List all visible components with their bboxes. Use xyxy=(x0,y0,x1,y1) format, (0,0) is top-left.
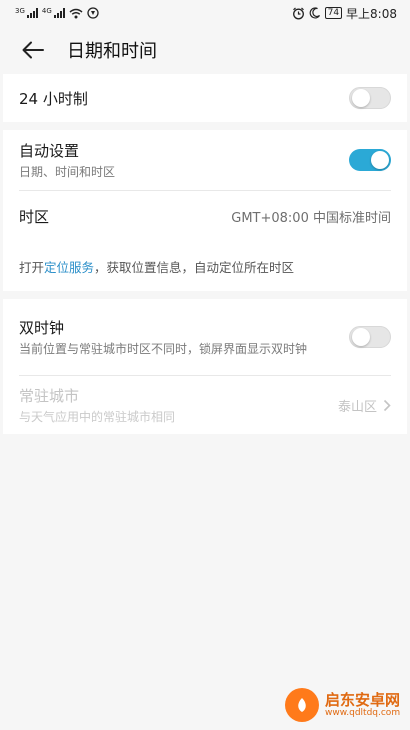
toggle-knob xyxy=(352,328,370,346)
dual-clock-label: 双时钟 xyxy=(19,318,65,337)
auto-setting-row[interactable]: 自动设置 日期、时间和时区 xyxy=(3,130,407,190)
hour24-row[interactable]: 24 小时制 xyxy=(3,74,407,122)
signal-type-label: 3G xyxy=(15,7,25,15)
alarm-icon xyxy=(292,7,304,19)
hour24-section: 24 小时制 xyxy=(3,74,407,122)
auto-setting-label: 自动设置 xyxy=(19,141,80,160)
watermark-text: 启东安卓网 www.qdltdq.com xyxy=(325,692,400,719)
watermark-url: www.qdltdq.com xyxy=(325,707,401,718)
home-city-label: 常驻城市 xyxy=(19,386,80,405)
location-hint: 打开 定位服务 ，获取位置信息，自动定位所在时区 xyxy=(3,241,407,291)
status-bar: 3G 4G 74 早上8:08 xyxy=(3,0,407,26)
watermark-title: 启东安卓网 xyxy=(325,690,401,709)
home-city-row[interactable]: 常驻城市 与天气应用中的常驻城市相同 泰山区 xyxy=(3,376,407,434)
dual-clock-section: 双时钟 当前位置与常驻城市时区不同时，锁屏界面显示双时钟 常驻城市 与天气应用中… xyxy=(3,299,407,434)
timezone-row[interactable]: 时区 GMT+08:00 中国标准时间 xyxy=(3,191,407,241)
watermark-logo-icon xyxy=(285,688,319,722)
toggle-knob xyxy=(352,89,370,107)
auto-time-section: 自动设置 日期、时间和时区 时区 GMT+08:00 中国标准时间 打开 定位服… xyxy=(3,130,407,291)
phone-screen: 3G 4G 74 早上8:08 日期和时间 24 小时制 自动设置 日期、时间和… xyxy=(3,0,407,730)
auto-setting-subtitle: 日期、时间和时区 xyxy=(19,164,116,179)
home-city-value: 泰山区 xyxy=(337,399,377,415)
hour24-label: 24 小时制 xyxy=(19,89,88,108)
timezone-label: 时区 xyxy=(19,207,50,226)
hour24-toggle[interactable] xyxy=(349,87,391,109)
location-service-link[interactable]: 定位服务 xyxy=(44,257,94,276)
status-time: 早上8:08 xyxy=(346,6,397,21)
dual-clock-toggle[interactable] xyxy=(349,326,391,348)
page-title: 日期和时间 xyxy=(67,41,157,62)
status-icons-right: 74 早上8:08 xyxy=(292,5,397,22)
dual-clock-row[interactable]: 双时钟 当前位置与常驻城市时区不同时，锁屏界面显示双时钟 xyxy=(3,299,407,375)
status-icons-left: 3G 4G xyxy=(15,7,99,19)
signal-2-type-label: 4G xyxy=(41,7,52,15)
back-button[interactable] xyxy=(19,36,47,64)
auto-setting-text: 自动设置 日期、时间和时区 xyxy=(19,140,115,181)
timezone-value: GMT+08:00 中国标准时间 xyxy=(231,210,391,226)
location-hint-prefix: 打开 xyxy=(19,259,45,275)
do-not-disturb-moon-icon xyxy=(309,7,320,19)
cell-signal-2-icon: 4G xyxy=(42,8,65,18)
data-sync-icon xyxy=(87,7,99,19)
toggle-knob xyxy=(371,151,389,169)
home-city-text: 常驻城市 与天气应用中的常驻城市相同 xyxy=(19,385,175,426)
location-hint-suffix: ，获取位置信息，自动定位所在时区 xyxy=(94,259,295,275)
arrow-left-icon xyxy=(22,41,44,59)
dual-clock-subtitle: 当前位置与常驻城市时区不同时，锁屏界面显示双时钟 xyxy=(19,341,308,356)
home-city-value-group: 泰山区 xyxy=(338,396,391,415)
battery-indicator: 74 xyxy=(324,7,343,19)
wifi-icon xyxy=(69,8,83,18)
home-city-subtitle: 与天气应用中的常驻城市相同 xyxy=(19,409,176,424)
site-watermark: 启东安卓网 www.qdltdq.com xyxy=(285,688,400,722)
cell-signal-icon: 3G xyxy=(15,8,38,18)
dual-clock-text: 双时钟 当前位置与常驻城市时区不同时，锁屏界面显示双时钟 xyxy=(19,317,349,358)
app-header: 日期和时间 xyxy=(3,26,407,74)
auto-setting-toggle[interactable] xyxy=(349,149,391,171)
chevron-right-icon xyxy=(383,399,391,411)
